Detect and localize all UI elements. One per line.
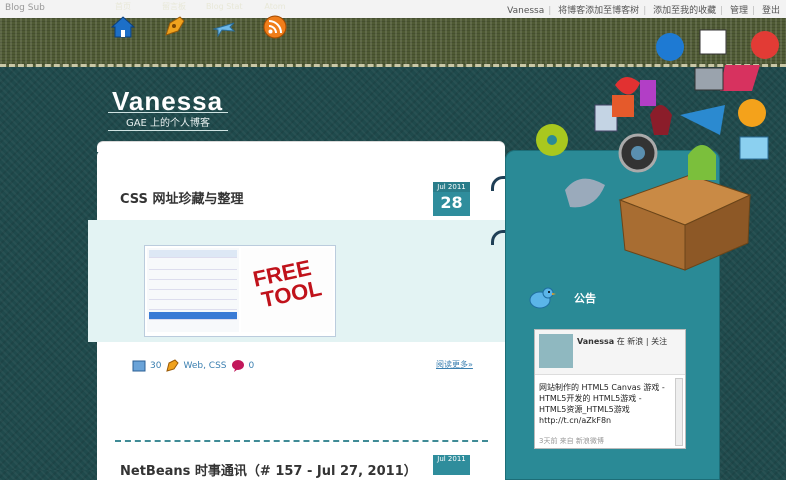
- nav-label: 首页: [115, 2, 131, 11]
- chat-icon: [739, 136, 769, 160]
- nav-label: 留言板: [162, 2, 186, 11]
- blog-tagline: GAE 上的个人博客: [108, 112, 228, 131]
- nav-item-guestbook[interactable]: 留言板: [162, 2, 186, 39]
- post-date: Jul 2011 28: [433, 182, 470, 216]
- post-tags[interactable]: Web, CSS: [183, 361, 226, 371]
- comment-count-icon: [132, 360, 146, 372]
- post-month: Jul 2011: [433, 182, 470, 192]
- read-more-link[interactable]: 阅读更多»: [436, 359, 473, 370]
- rss-icon: [263, 15, 287, 39]
- twitter-bird-icon: [529, 287, 556, 309]
- cloud-bird-icon: [565, 178, 605, 208]
- icon-cluster-illustration: [536, 29, 779, 271]
- tweet-text: 网站制作的 HTML5 Canvas 游戏 - HTML5开发的 HTML5游戏…: [539, 383, 665, 425]
- nav-label: Atom: [264, 2, 286, 11]
- font-icon: [612, 95, 634, 117]
- widget-scrollbar[interactable]: [675, 378, 683, 446]
- nav-label: Blog Stat: [206, 2, 243, 11]
- reply-count[interactable]: 0: [249, 361, 255, 371]
- weibo-widget[interactable]: Vanessa 在 新浪 | 关注 网站制作的 HTML5 Canvas 游戏 …: [534, 329, 686, 449]
- home-icon: [111, 16, 135, 38]
- nav-item-home[interactable]: 首页: [111, 2, 135, 39]
- screenshot-list-pane: [147, 248, 239, 332]
- camera-icon: [694, 67, 724, 91]
- flag-icon: [720, 65, 760, 91]
- user-link[interactable]: Vanessa: [505, 6, 546, 16]
- reply-bubble-icon: [231, 360, 244, 372]
- cardboard-box-icon: [618, 174, 752, 271]
- android-icon: [688, 145, 716, 180]
- sidebar-heading: 公告: [526, 285, 596, 311]
- avatar[interactable]: [539, 334, 573, 368]
- clapper-icon: [699, 29, 727, 55]
- heart-icon: [615, 76, 640, 95]
- add-to-blogtree-link[interactable]: 将博客添加至博客树: [556, 6, 641, 16]
- logout-link[interactable]: 登出: [760, 6, 782, 16]
- post-divider: [115, 440, 488, 442]
- ipod-icon: [640, 80, 656, 106]
- widget-header: Vanessa 在 新浪 | 关注: [535, 330, 685, 375]
- info-icon: [656, 33, 684, 61]
- pumpkin-icon: [738, 99, 766, 127]
- post-title[interactable]: CSS 网址珍藏与整理: [120, 188, 243, 207]
- comment-count[interactable]: 30: [150, 361, 161, 371]
- post-meta: 30 Web, CSS 0: [132, 359, 254, 373]
- nav-item-atom[interactable]: Atom: [263, 2, 287, 39]
- plane-icon: [212, 22, 236, 38]
- plane-icon: [680, 105, 725, 135]
- pen-icon: [165, 16, 185, 36]
- post-day: 28: [440, 193, 463, 212]
- add-favorite-link[interactable]: 添加至我的收藏: [651, 6, 718, 16]
- site-brand[interactable]: Blog Sub: [5, 3, 45, 13]
- post-date: Jul 2011: [433, 455, 470, 475]
- maple-leaf-icon: [650, 105, 672, 135]
- nav-item-blog-stat[interactable]: Blog Stat: [206, 2, 242, 39]
- alert-bubble-icon: [751, 31, 779, 59]
- widget-user[interactable]: Vanessa 在 新浪 | 关注: [577, 336, 667, 347]
- post-month: Jul 2011: [437, 455, 466, 463]
- top-links: Vanessa | 将博客添加至博客树 | 添加至我的收藏 | 管理 | 登出: [505, 6, 782, 16]
- tag-icon: [166, 359, 180, 372]
- tweet-footer: 3天前 来自 新浪微博: [539, 437, 604, 445]
- announcement-title: 公告: [574, 292, 596, 305]
- admin-link[interactable]: 管理: [728, 6, 750, 16]
